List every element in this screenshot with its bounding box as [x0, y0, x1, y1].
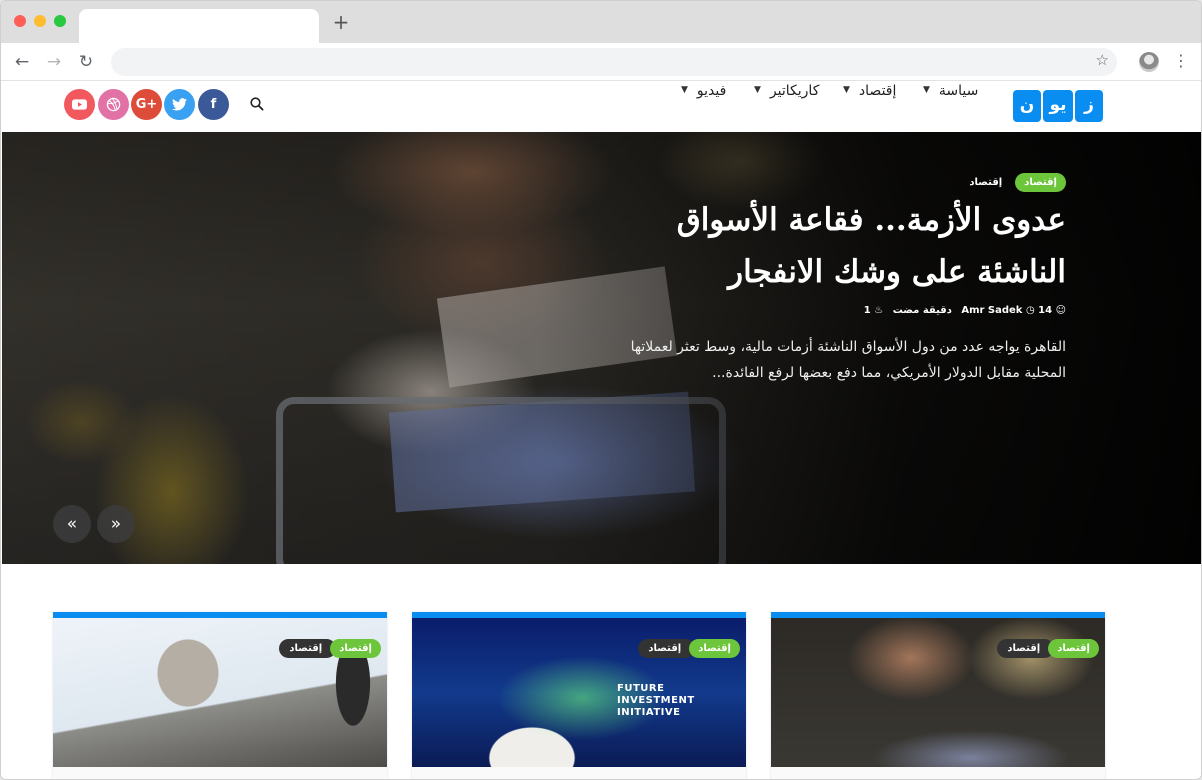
site-logo[interactable]: ن يو ز [1013, 90, 1103, 122]
article-card[interactable]: إقتصاد إقتصاد [771, 612, 1105, 779]
user-icon: ☺ [1055, 305, 1066, 316]
close-window-button[interactable] [14, 15, 26, 27]
twitter-bird-icon [172, 98, 187, 111]
menu-item-video[interactable]: ▼ فيديو [681, 81, 726, 101]
browser-toolbar: ← → ↻ ☆ ⋮ [1, 43, 1201, 81]
menu-item-politics[interactable]: ▼ سياسة [923, 81, 978, 101]
slider-prev-button[interactable]: « [53, 505, 91, 543]
menu-item-label: سياسة [938, 83, 979, 99]
category-badge[interactable]: إقتصاد [1015, 173, 1066, 192]
hero-title[interactable]: عدوى الأزمة... فقاعة الأسواق الناشئة على… [626, 194, 1066, 298]
profile-avatar[interactable] [1139, 52, 1159, 72]
hero-meta: ☺ Amr Sadek ◷ 14 دقيقة مضت ♨ 1 [626, 304, 1066, 318]
clock-icon: ◷ [1025, 305, 1035, 316]
address-bar[interactable]: ☆ [111, 48, 1117, 76]
minimize-window-button[interactable] [34, 15, 46, 27]
views: ♨ 1 [864, 305, 883, 316]
fire-icon: ♨ [874, 305, 884, 316]
dribbble-ball-icon [106, 97, 121, 112]
facebook-icon[interactable]: f [198, 89, 229, 120]
slider-next-button[interactable]: » [97, 505, 135, 543]
logo-letter: ن [1013, 90, 1041, 122]
card-body [53, 767, 387, 779]
browser-tab[interactable] [79, 9, 319, 43]
logo-letter: يو [1043, 90, 1073, 122]
category-badge[interactable]: إقتصاد [689, 639, 740, 658]
youtube-play-icon [72, 99, 87, 110]
browser-menu-icon[interactable]: ⋮ [1173, 51, 1189, 70]
search-icon[interactable] [250, 97, 264, 111]
chevron-down-icon: ▼ [681, 85, 688, 95]
forward-icon[interactable]: → [43, 51, 65, 73]
card-badges: إقتصاد إقتصاد [638, 639, 740, 658]
article-card[interactable]: إقتصاد إقتصاد [53, 612, 387, 779]
dribbble-icon[interactable] [98, 89, 129, 120]
article-card[interactable]: FUTURE INVESTMENT INITIATIVE إقتصاد إقتص… [412, 612, 746, 779]
card-body [412, 767, 746, 779]
image-text-line: INITIATIVE [617, 707, 681, 718]
bookmark-star-icon[interactable]: ☆ [1096, 51, 1109, 69]
menu-item-label: فيديو [696, 83, 727, 99]
twitter-icon[interactable] [164, 89, 195, 120]
category-badge[interactable]: إقتصاد [997, 639, 1055, 658]
back-icon[interactable]: ← [11, 51, 33, 73]
featured-slider[interactable]: إقتصادإقتصاد عدوى الأزمة... فقاعة الأسوا… [2, 132, 1201, 564]
card-body [771, 767, 1105, 779]
views-count: 1 [863, 305, 871, 316]
card-image-caption: FUTURE INVESTMENT INITIATIVE [617, 683, 695, 719]
hero-article: إقتصادإقتصاد عدوى الأزمة... فقاعة الأسوا… [626, 170, 1066, 386]
image-text-line: FUTURE [617, 683, 665, 694]
menu-item-economy[interactable]: ▼ إقتصاد [843, 81, 896, 101]
image-text-line: INVESTMENT [617, 695, 695, 706]
chevron-down-icon: ▼ [843, 85, 850, 95]
category-badge[interactable]: إقتصاد [1048, 639, 1099, 658]
new-tab-button[interactable]: + [331, 11, 351, 33]
author-name: Amr Sadek [961, 305, 1023, 316]
category-badge[interactable]: إقتصاد [279, 639, 337, 658]
browser-window: + ← → ↻ ☆ ⋮ ن يو ز ▼ سياسة ▼ إقتصاد ▼ كاريك… [0, 0, 1202, 780]
tab-bar: + [1, 1, 1201, 43]
menu-item-label: إقتصاد [858, 83, 897, 99]
hero-badges: إقتصادإقتصاد [626, 170, 1066, 192]
menu-item-label: كاريكاتير [769, 83, 820, 99]
chevron-down-icon: ▼ [754, 85, 761, 95]
maximize-window-button[interactable] [54, 15, 66, 27]
card-badges: إقتصاد إقتصاد [997, 639, 1099, 658]
hero-excerpt: القاهرة يواجه عدد من دول الأسواق الناشئة… [630, 339, 1066, 381]
card-badges: إقتصاد إقتصاد [279, 639, 381, 658]
google-plus-icon[interactable]: G+ [131, 89, 162, 120]
menu-item-caricature[interactable]: ▼ كاريكاتير [754, 81, 819, 101]
category-badge[interactable]: إقتصاد [330, 639, 381, 658]
youtube-icon[interactable] [64, 89, 95, 120]
chevron-down-icon: ▼ [923, 85, 930, 95]
logo-letter: ز [1075, 90, 1103, 122]
reload-icon[interactable]: ↻ [75, 51, 97, 73]
category-badge[interactable]: إقتصاد [960, 173, 1011, 192]
category-badge[interactable]: إقتصاد [638, 639, 696, 658]
article-cards: إقتصاد إقتصاد FUTURE INVESTMENT INITIATI… [1, 564, 1201, 779]
